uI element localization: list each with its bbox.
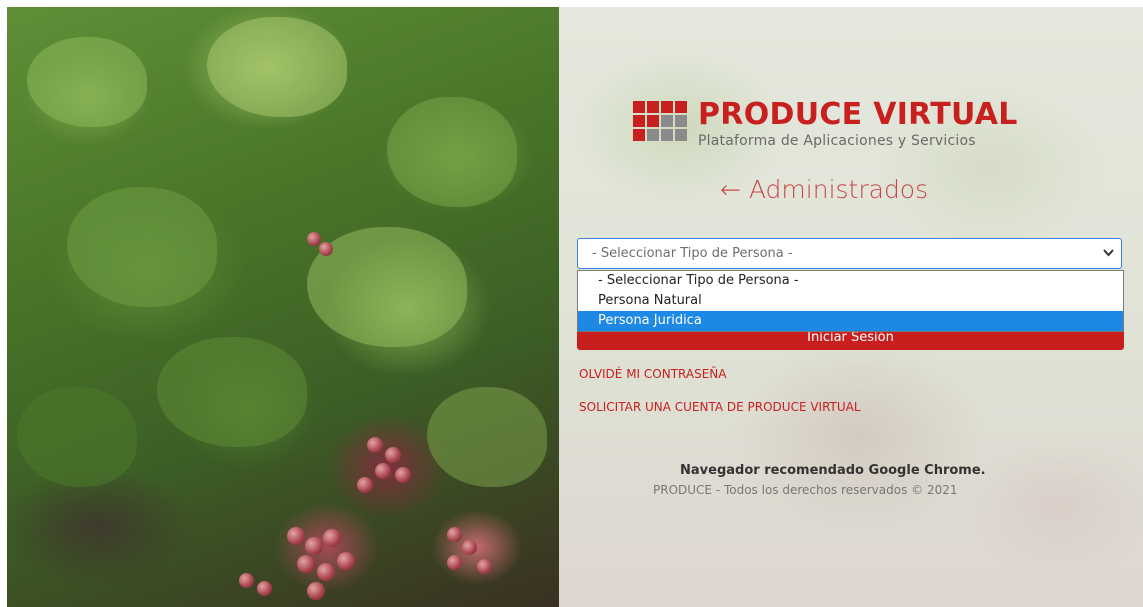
login-page: PRODUCE VIRTUAL Plataforma de Aplicacion…: [0, 0, 1143, 607]
browser-recommendation: Navegador recomendado Google Chrome.: [680, 463, 986, 478]
brand-subtitle: Plataforma de Aplicaciones y Servicios: [698, 133, 976, 149]
person-type-select[interactable]: - Seleccionar Tipo de Persona -: [577, 238, 1122, 269]
produce-logo-icon: [633, 98, 688, 143]
request-account-link[interactable]: SOLICITAR UNA CUENTA DE PRODUCE VIRTUAL: [579, 400, 861, 414]
option-select-person-type[interactable]: - Seleccionar Tipo de Persona -: [578, 271, 1123, 291]
option-persona-natural[interactable]: Persona Natural: [578, 291, 1123, 311]
person-type-select-value: - Seleccionar Tipo de Persona -: [592, 246, 793, 261]
vineyard-photo: [7, 7, 559, 607]
brand-title: PRODUCE VIRTUAL: [698, 97, 1018, 132]
administrados-back-link[interactable]: ← Administrados: [720, 175, 928, 204]
option-persona-juridica[interactable]: Persona Juridica: [578, 311, 1123, 331]
person-type-options: - Seleccionar Tipo de Persona - Persona …: [577, 270, 1124, 332]
forgot-password-link[interactable]: OLVIDÉ MI CONTRASEÑA: [579, 367, 726, 381]
copyright-text: PRODUCE - Todos los derechos reservados …: [653, 483, 958, 497]
chevron-down-icon: [1103, 247, 1114, 260]
brand-logo: PRODUCE VIRTUAL Plataforma de Aplicacion…: [633, 98, 1018, 149]
